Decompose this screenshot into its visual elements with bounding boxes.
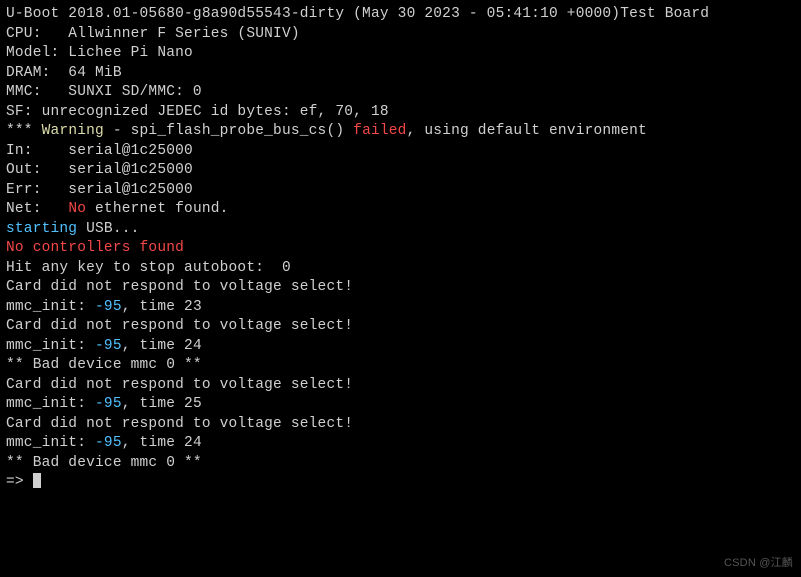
- warning-label: Warning: [42, 123, 104, 139]
- mmc-init-line: mmc_init: -95, time 24: [6, 337, 795, 357]
- card-line: Card did not respond to voltage select!: [6, 415, 795, 435]
- cpu-line: CPU: Allwinner F Series (SUNIV): [6, 25, 795, 45]
- uboot-version-line: U-Boot 2018.01-05680-g8a90d55543-dirty (…: [6, 5, 795, 25]
- autoboot-line: Hit any key to stop autoboot: 0: [6, 259, 795, 279]
- net-line: Net: No ethernet found.: [6, 200, 795, 220]
- no-controllers-line: No controllers found: [6, 239, 795, 259]
- bad-device-line: ** Bad device mmc 0 **: [6, 454, 795, 474]
- watermark: CSDN @江麟: [724, 554, 793, 574]
- terminal-output: U-Boot 2018.01-05680-g8a90d55543-dirty (…: [6, 5, 795, 493]
- mmc-line: MMC: SUNXI SD/MMC: 0: [6, 83, 795, 103]
- warning-line: *** Warning - spi_flash_probe_bus_cs() f…: [6, 122, 795, 142]
- starting-label: starting: [6, 221, 77, 237]
- sf-line: SF: unrecognized JEDEC id bytes: ef, 70,…: [6, 103, 795, 123]
- bad-device-line: ** Bad device mmc 0 **: [6, 356, 795, 376]
- prompt-symbol: =>: [6, 474, 33, 490]
- usb-line: starting USB...: [6, 220, 795, 240]
- err-line: Err: serial@1c25000: [6, 181, 795, 201]
- dram-line: DRAM: 64 MiB: [6, 64, 795, 84]
- failed-label: failed: [353, 123, 406, 139]
- mmc-init-line: mmc_init: -95, time 25: [6, 395, 795, 415]
- card-line: Card did not respond to voltage select!: [6, 376, 795, 396]
- card-line: Card did not respond to voltage select!: [6, 317, 795, 337]
- prompt-line[interactable]: =>: [6, 473, 795, 493]
- mmc-init-line: mmc_init: -95, time 24: [6, 434, 795, 454]
- no-label: No: [68, 201, 86, 217]
- card-line: Card did not respond to voltage select!: [6, 278, 795, 298]
- model-line: Model: Lichee Pi Nano: [6, 44, 795, 64]
- cursor-icon: [33, 473, 41, 488]
- in-line: In: serial@1c25000: [6, 142, 795, 162]
- out-line: Out: serial@1c25000: [6, 161, 795, 181]
- mmc-init-line: mmc_init: -95, time 23: [6, 298, 795, 318]
